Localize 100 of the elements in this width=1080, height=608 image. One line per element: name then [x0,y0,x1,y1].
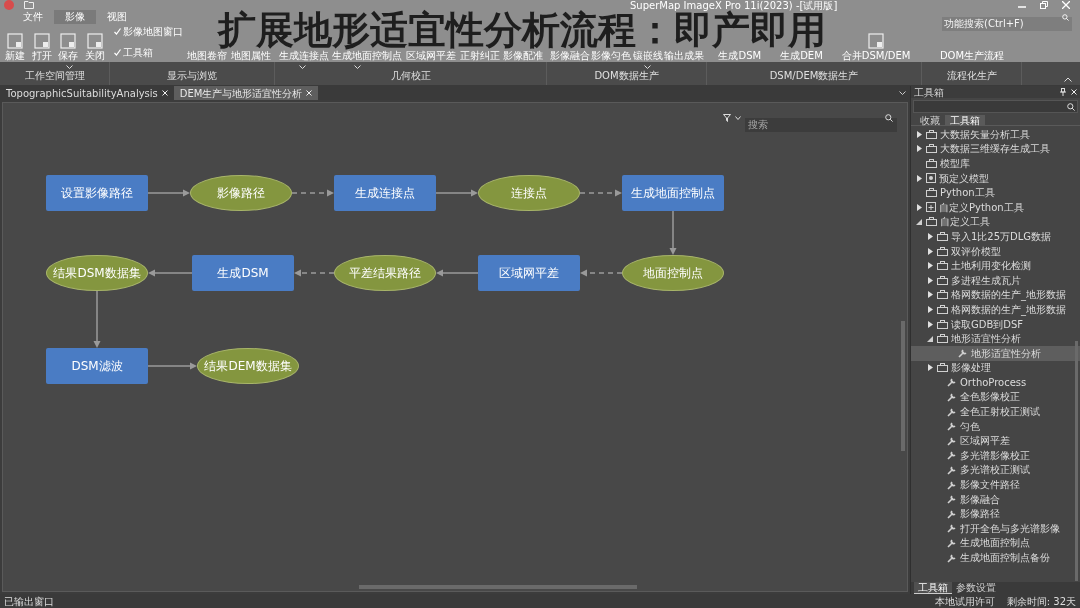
close-icon[interactable] [1071,89,1077,95]
dropdown-chevron-icon[interactable] [353,65,361,69]
tree-item[interactable]: 土地利用变化检测 [911,258,1080,273]
dropdown-chevron-icon[interactable] [644,65,651,69]
dropdown-chevron-icon[interactable] [65,65,73,69]
tree-item[interactable]: 生成地面控制点备份 [911,550,1080,565]
panel-tab[interactable]: 工具箱 [914,582,952,594]
tree-item[interactable]: 模型库 [911,156,1080,171]
tree-item[interactable]: 生成地面控制点 [911,535,1080,551]
ribbon-button[interactable]: 生成DSM [718,50,762,62]
ribbon-button[interactable]: 影像匀色 [591,50,632,62]
toolbar-checkbox[interactable]: 影像地图窗口 [114,24,183,39]
collapsed-triangle-icon[interactable] [916,174,922,182]
tree-item[interactable]: 大数据三维缓存生成工具 [911,141,1080,157]
process-node[interactable]: 生成地面控制点 [622,175,724,211]
ribbon-tab[interactable]: 文件 [12,10,54,24]
search-icon[interactable] [1067,102,1075,111]
tab-list-chevron-icon[interactable] [899,91,906,95]
collapsed-triangle-icon[interactable] [916,203,922,211]
close-icon[interactable] [161,90,168,96]
process-node[interactable]: 生成连接点 [334,175,436,211]
ribbon-button[interactable]: 打开 [31,33,52,62]
tree-item[interactable]: 影像文件路径 [911,477,1080,492]
tree-item[interactable]: 地形适宜性分析 [911,345,1080,361]
document-tab[interactable]: TopographicSuitabilityAnalysis [0,86,174,100]
ribbon-button[interactable]: 关闭 [84,33,105,62]
tree-item[interactable]: 多光谱校正测试 [911,462,1080,478]
process-node[interactable]: 设置影像路径 [46,175,148,211]
expanded-triangle-icon[interactable] [916,218,922,225]
tree-item[interactable]: 格网数据的生产_地形数据 [911,302,1080,317]
data-node[interactable]: 影像路径 [190,175,292,211]
toolbar-checkbox[interactable]: 工具箱 [114,45,183,60]
pin-icon[interactable] [1060,88,1066,96]
ribbon-button[interactable]: 合并DSM/DEM [841,33,911,62]
process-node[interactable]: 区域网平差 [478,255,580,291]
tree-item[interactable]: 双评价模型 [911,243,1080,259]
data-node[interactable]: 结果DSM数据集 [46,255,148,291]
collapsed-triangle-icon[interactable] [927,364,933,372]
close-icon[interactable] [306,90,313,96]
ribbon-button[interactable]: 生成地面控制点 [332,50,403,62]
dropdown-chevron-icon[interactable] [299,65,307,69]
ribbon-button[interactable]: DOM生产流程 [939,50,1005,62]
chevron-down-icon[interactable] [735,116,741,120]
tree-item[interactable]: 读取GDB到DSF [911,316,1080,332]
panel-tab[interactable]: 工具箱 [945,115,985,125]
panel-tab[interactable]: 参数设置 [952,582,1000,594]
tree-item[interactable]: 自定义Python工具 [911,199,1080,215]
ribbon-button[interactable]: 输出成果 [664,50,705,62]
restore-icon[interactable] [1040,1,1048,9]
tree-item[interactable]: 全色影像校正 [911,389,1080,405]
ribbon-button[interactable]: 区域网平差 [406,50,456,62]
tree-item[interactable]: 打开全色与多光谱影像 [911,521,1080,536]
vertical-scrollbar[interactable] [901,321,905,451]
vertical-scrollbar[interactable] [1075,341,1078,581]
ribbon-button[interactable]: 影像融合 [549,50,590,62]
tree-item[interactable]: 匀色 [911,418,1080,434]
tree-item[interactable]: 预定义模型 [911,170,1080,186]
collapse-ribbon-icon[interactable] [1064,77,1072,82]
tree-item[interactable]: 影像路径 [911,506,1080,522]
ribbon-button[interactable]: 生成DEM [780,50,823,62]
data-node[interactable]: 平差结果路径 [334,255,436,291]
tree-item[interactable]: Python工具 [911,185,1080,200]
tree-item[interactable]: 自定义工具 [911,214,1080,230]
tree-item[interactable]: 多光谱影像校正 [911,448,1080,463]
data-node[interactable]: 连接点 [478,175,580,211]
toolbox-search-field[interactable] [913,100,1078,113]
ribbon-tab[interactable]: 视图 [96,10,138,24]
panel-tab[interactable]: 收藏 [915,115,945,125]
tree-item[interactable]: 影像处理 [911,360,1080,376]
tree-item[interactable]: 大数据矢量分析工具 [911,127,1080,142]
ribbon-button[interactable]: 生成连接点 [278,50,329,62]
canvas-search-field[interactable]: 搜索 [745,117,897,132]
tree-item[interactable]: 全色正射校正测试 [911,404,1080,419]
tree-item[interactable]: 导入1比25万DLG数据 [911,229,1080,244]
expanded-triangle-icon[interactable] [927,335,933,342]
ribbon-button[interactable]: 正射纠正 [459,50,500,62]
ribbon-button[interactable]: 保存 [58,33,79,62]
ribbon-button[interactable]: 地图卷帘 [187,50,227,62]
tree-item[interactable]: OrthoProcess [911,375,1080,390]
data-node[interactable]: 地面控制点 [622,255,724,291]
ribbon-tab[interactable]: 影像 [54,10,96,24]
output-window-button[interactable]: 已输出窗口 [4,593,54,608]
document-tab[interactable]: DEM生产与地形适宜性分析 [173,86,319,100]
tree-item[interactable]: 影像融合 [911,491,1080,507]
ribbon-button[interactable]: 新建 [5,33,26,62]
ribbon-button[interactable]: 镶嵌线 [632,50,663,62]
tree-item[interactable]: 多进程生成瓦片 [911,272,1080,288]
function-search-field[interactable]: 功能搜索(Ctrl+F) [942,16,1072,31]
process-node[interactable]: 生成DSM [192,255,294,291]
data-node[interactable]: 结果DEM数据集 [197,348,299,384]
horizontal-scrollbar[interactable] [359,585,637,589]
folder-icon[interactable] [24,1,34,9]
tree-item[interactable]: 区域网平差 [911,433,1080,449]
tree-item[interactable]: 格网数据的生产_地形数据 [911,287,1080,303]
ribbon-button[interactable]: 影像配准 [503,50,544,62]
process-node[interactable]: DSM滤波 [46,348,148,384]
ribbon-button[interactable]: 地图属性 [231,50,271,62]
tree-item[interactable]: 地形适宜性分析 [911,331,1080,346]
search-icon[interactable] [885,114,893,122]
filter-icon[interactable] [723,114,731,122]
